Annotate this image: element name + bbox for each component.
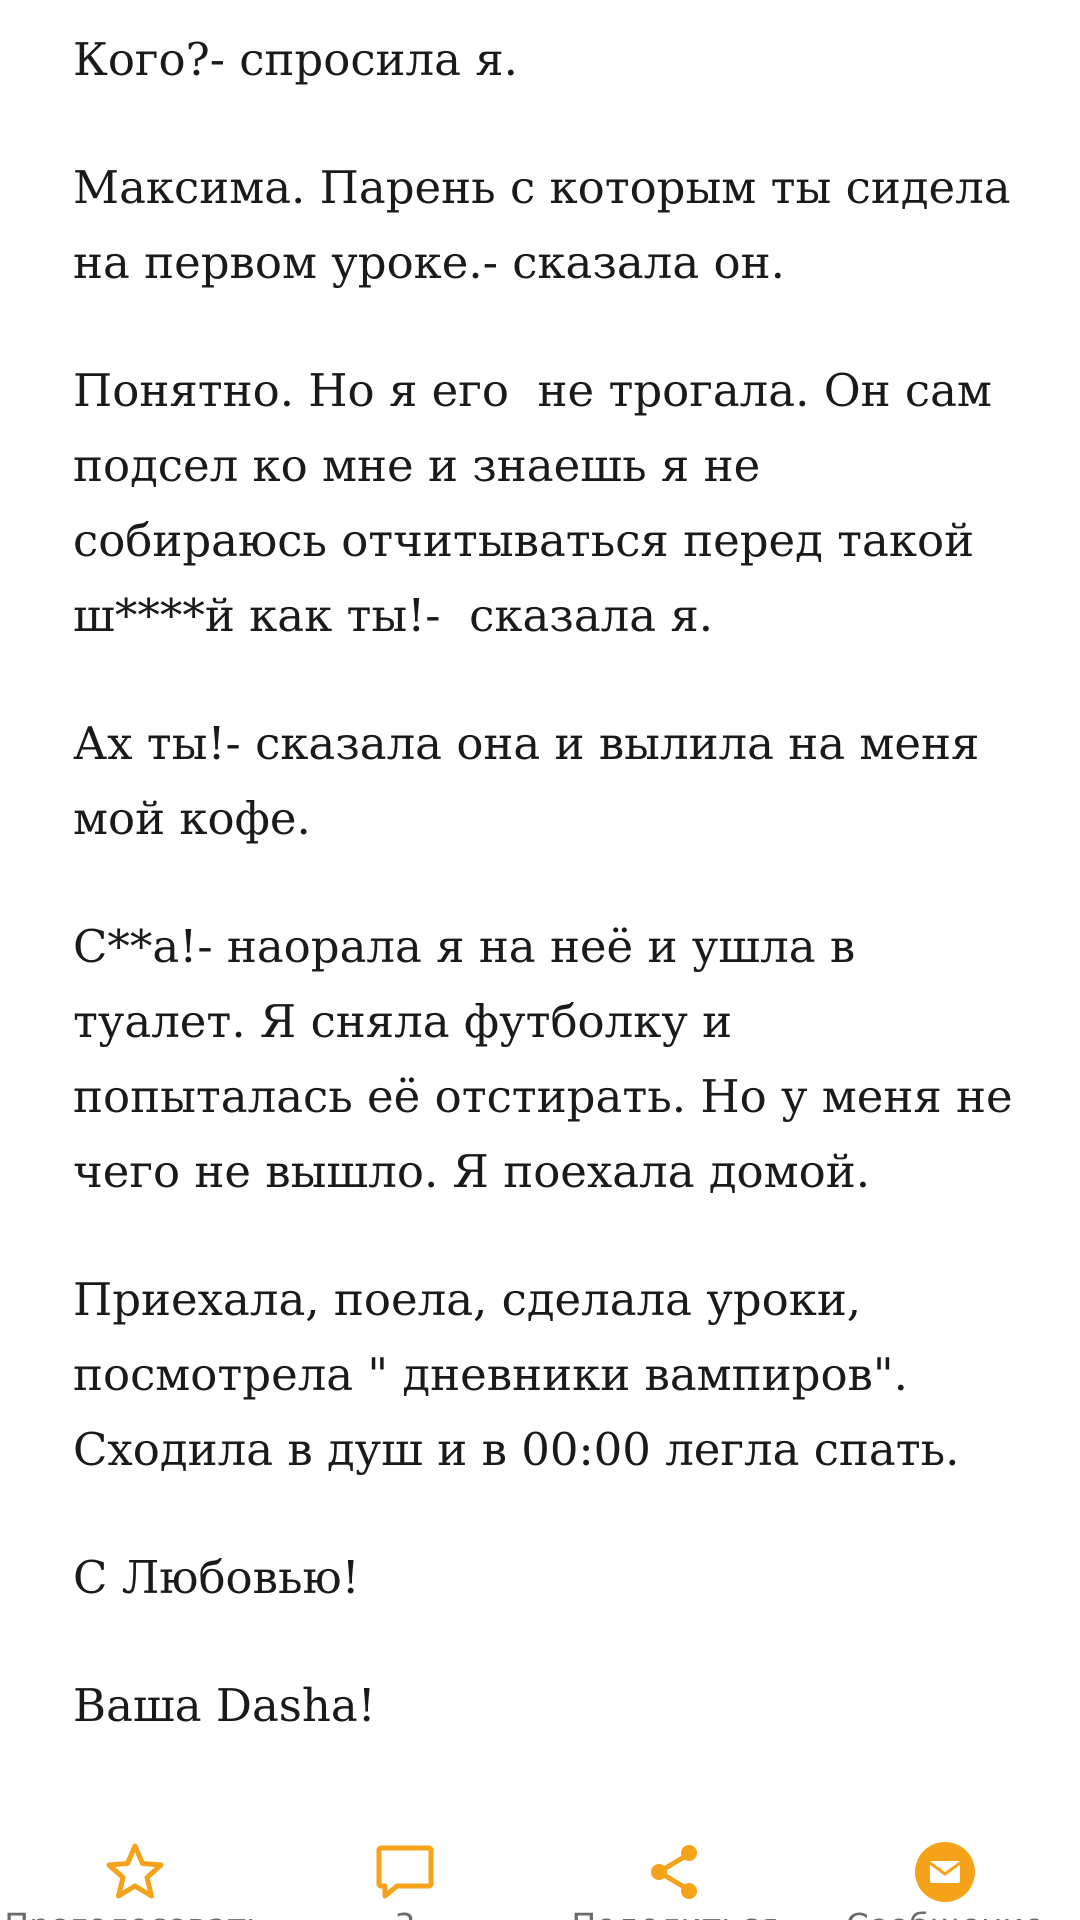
bottom-action-bar: Проголосовать 3 Поделиться Сообщение (0, 1828, 1080, 1920)
story-paragraph: Приехала, поела, сделала уроки, посмотре… (73, 1273, 960, 1476)
vote-button[interactable]: Проголосовать (0, 1828, 270, 1920)
mail-icon (915, 1842, 975, 1902)
comments-button[interactable]: 3 (270, 1828, 540, 1920)
story-paragraph: С Любовью! (73, 1551, 360, 1604)
story-paragraph: Ах ты!- сказала она и вылила на меня мой… (73, 717, 994, 845)
story-paragraph: Ваша Dasha! (73, 1679, 376, 1732)
message-label: Сообщение (810, 1906, 1080, 1920)
share-icon (651, 1845, 697, 1899)
vote-label: Проголосовать (0, 1906, 270, 1920)
story-paragraph: С**а!- наорала я на неё и ушла в туалет.… (73, 920, 1027, 1198)
share-button[interactable]: Поделиться (540, 1828, 810, 1920)
story-paragraph: Кого?- спросила я. (73, 33, 518, 86)
share-label: Поделиться (540, 1906, 810, 1920)
comment-icon (376, 1845, 434, 1899)
comments-count: 3 (270, 1906, 540, 1920)
story-text: Кого?- спросила я. Максима. Парень с кот… (73, 0, 1013, 1743)
story-paragraph: Максима. Парень с которым ты сидела на п… (73, 161, 1025, 289)
star-icon (106, 1843, 164, 1899)
story-paragraph: Понятно. Но я его не трогала. Он сам под… (73, 364, 1007, 642)
message-button[interactable]: Сообщение (810, 1828, 1080, 1920)
